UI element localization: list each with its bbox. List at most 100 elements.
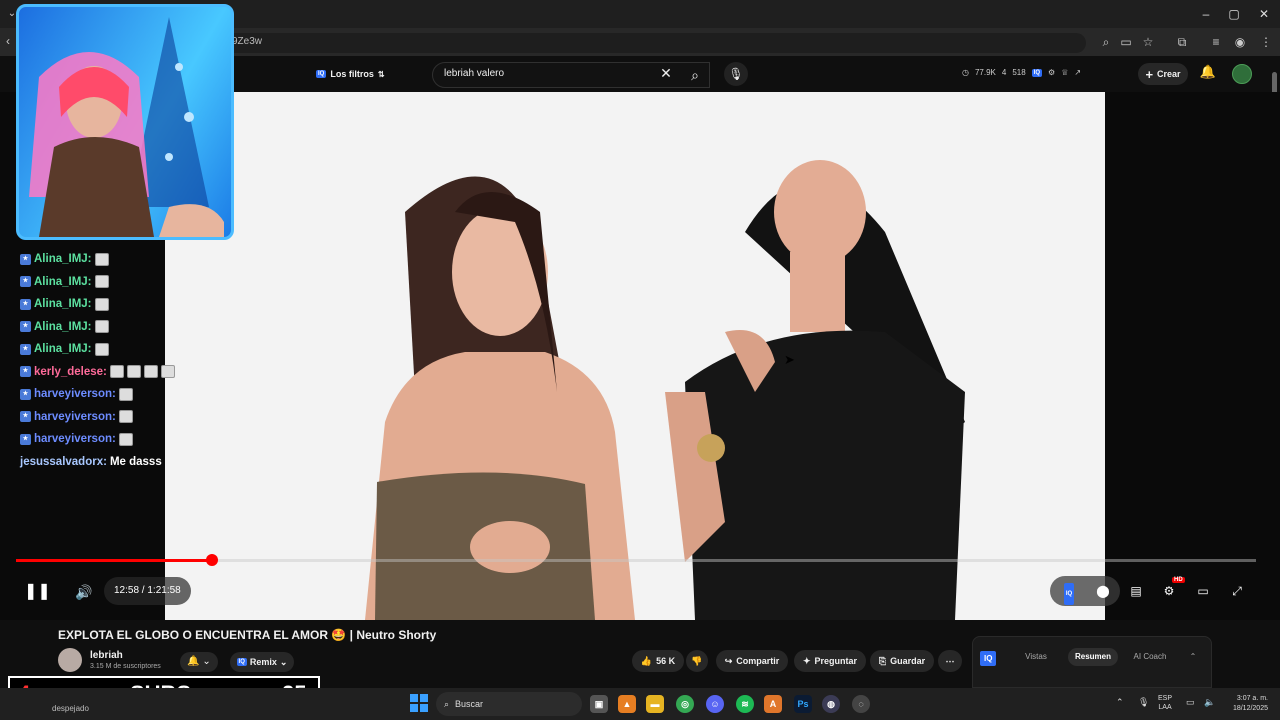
chat-emote-icon xyxy=(160,365,175,379)
windows-start-icon[interactable] xyxy=(410,694,428,712)
discord-icon[interactable]: ☺ xyxy=(706,695,724,713)
chat-badge-icon: ★ xyxy=(20,298,31,310)
chevron-up-icon[interactable]: ⌃ xyxy=(1184,648,1202,666)
spotify-icon[interactable]: ≋ xyxy=(736,695,754,713)
more-actions-button[interactable]: ⋯ xyxy=(938,650,962,672)
app-circle-icon[interactable]: ◌ xyxy=(852,695,870,713)
chat-emote-icon xyxy=(143,365,158,379)
chat-message: jesussalvadorx: Me dasss xyxy=(20,451,210,474)
chat-badge-icon: ★ xyxy=(20,411,31,423)
app-a-icon[interactable]: A xyxy=(764,695,782,713)
create-button[interactable]: + Crear xyxy=(1138,63,1188,85)
search-icon[interactable]: ⌕ xyxy=(680,62,710,88)
maximize-button[interactable]: ▢ xyxy=(1220,4,1248,24)
user-avatar[interactable] xyxy=(1232,64,1252,84)
extension-icon[interactable]: ⚙ xyxy=(1048,68,1055,77)
bookmark-star-icon[interactable]: ☆ xyxy=(1140,34,1156,50)
thumbs-up-icon: 👍 xyxy=(640,655,653,666)
ask-button[interactable]: ✦ Preguntar xyxy=(794,650,866,672)
share-extension-icon[interactable]: ↗ xyxy=(1074,68,1081,77)
filters-label: Los filtros xyxy=(330,69,374,79)
video-scene xyxy=(165,92,1105,620)
profile-icon[interactable]: ◉ xyxy=(1232,34,1248,50)
chat-emote-icon xyxy=(94,342,109,356)
chrome-icon[interactable]: ◎ xyxy=(676,695,694,713)
chat-message: ★ Alina_IMJ: xyxy=(20,271,210,294)
obs-icon[interactable]: ◍ xyxy=(822,695,840,713)
remix-button[interactable]: IQ Remix ⌄ xyxy=(230,652,294,672)
close-window-button[interactable]: ✕ xyxy=(1250,4,1278,24)
file-explorer-icon[interactable]: ▬ xyxy=(646,695,664,713)
like-button[interactable]: 👍 56 K xyxy=(632,650,684,672)
media-control-icon[interactable]: ≡ xyxy=(1208,34,1224,50)
save-button[interactable]: ⎘ Guardar xyxy=(870,650,934,672)
panel-tab-resumen[interactable]: Resumen xyxy=(1068,648,1118,666)
back-arrow-icon[interactable]: ‹ xyxy=(6,34,10,48)
channel-avatar[interactable] xyxy=(58,648,82,672)
share-button[interactable]: ↪ Compartir xyxy=(716,650,788,672)
pause-icon[interactable]: ❚❚ xyxy=(24,580,51,604)
zoom-icon[interactable]: ⌕ xyxy=(1098,34,1114,50)
iq-player-icon[interactable]: IQ xyxy=(1058,581,1080,605)
taskbar-search[interactable]: ⌕ Buscar xyxy=(436,692,582,716)
chat-emote-icon xyxy=(94,297,109,311)
subscription-bell-button[interactable]: 🔔 ⌄ xyxy=(180,652,218,672)
panel-tab-ai-coach[interactable]: AI Coach xyxy=(1124,648,1176,666)
chat-emote-icon xyxy=(109,365,124,379)
iq-extension-icon[interactable]: IQ xyxy=(1031,68,1043,77)
chat-badge-icon: ★ xyxy=(20,253,31,265)
search-icon: ⌕ xyxy=(444,698,450,709)
search-input[interactable]: lebriah valero xyxy=(444,68,504,79)
filters-button[interactable]: IQ Los filtros ⇅ xyxy=(312,64,386,84)
channel-name[interactable]: lebriah xyxy=(90,650,123,661)
chat-username: harveyiverson: xyxy=(34,433,116,446)
save-label: Guardar xyxy=(890,656,926,666)
sparkle-icon: ✦ xyxy=(802,655,811,666)
bookmark-icon: ⎘ xyxy=(878,655,887,666)
subtitles-icon[interactable]: ▤ xyxy=(1125,581,1147,601)
vlc-icon[interactable]: ▲ xyxy=(618,695,636,713)
video-title: EXPLOTA EL GLOBO O ENCUENTRA EL AMOR 🤩 |… xyxy=(58,628,437,642)
chat-emote-icon xyxy=(94,320,109,334)
more-dots-icon: ⋯ xyxy=(945,655,955,666)
volume-icon[interactable]: 🔊 xyxy=(72,580,96,604)
theater-mode-icon[interactable]: ▭ xyxy=(1192,581,1214,601)
fullscreen-icon[interactable]: ⤢ xyxy=(1226,581,1248,601)
photoshop-icon[interactable]: Ps xyxy=(794,695,812,713)
tray-mic-icon[interactable]: 🎙 xyxy=(1138,697,1149,708)
iq-remix-icon: IQ xyxy=(236,658,247,666)
task-view-icon[interactable]: ▣ xyxy=(590,695,608,713)
chat-badge-icon: ★ xyxy=(20,366,31,378)
video-frame[interactable] xyxy=(165,92,1105,620)
tray-chevron-icon[interactable]: ⌃ xyxy=(1116,697,1124,708)
chat-text: Me dasss xyxy=(109,455,162,468)
notifications-bell-icon[interactable]: 🔔 xyxy=(1198,64,1218,84)
panel-tab-vistas[interactable]: Vistas xyxy=(1012,648,1060,666)
share-label: Compartir xyxy=(736,656,780,666)
taskbar-clock[interactable]: 3:07 a. m. 18/12/2025 xyxy=(1222,694,1268,714)
autoplay-toggle[interactable]: ⬤ xyxy=(1092,581,1114,601)
extensions-icon[interactable]: ⧉ xyxy=(1174,34,1190,50)
language-indicator[interactable]: ESP LAA xyxy=(1158,694,1172,712)
weather-text[interactable]: despejado xyxy=(52,704,89,713)
minimize-button[interactable]: – xyxy=(1192,4,1220,24)
tune-icon: ⇅ xyxy=(377,69,385,79)
chat-message: ★ Alina_IMJ: xyxy=(20,248,210,271)
chat-emote-icon xyxy=(118,432,133,446)
settings-gear-icon[interactable]: ⚙ xyxy=(1158,581,1180,601)
network-icon[interactable]: ▭ xyxy=(1186,697,1195,708)
create-label: Crear xyxy=(1157,69,1181,79)
speaker-icon[interactable]: 🔈 xyxy=(1204,697,1215,708)
trophy-icon[interactable]: ♕ xyxy=(1061,68,1068,77)
url-text[interactable]: 9Ze3w xyxy=(232,36,262,47)
chat-badge-icon: ★ xyxy=(20,388,31,400)
microphone-icon[interactable]: 🎙 xyxy=(724,62,748,86)
clear-search-icon[interactable]: ✕ xyxy=(658,65,674,83)
chevron-down-icon: ⌄ xyxy=(279,656,288,667)
clock-date: 18/12/2025 xyxy=(1232,705,1268,712)
browser-menu-icon[interactable]: ⋮ xyxy=(1258,34,1274,50)
progress-scrubber[interactable] xyxy=(205,554,218,566)
dislike-button[interactable]: 👎 xyxy=(686,650,708,672)
chat-username: jesussalvadorx: xyxy=(20,455,107,468)
cast-icon[interactable]: ▭ xyxy=(1118,34,1134,50)
